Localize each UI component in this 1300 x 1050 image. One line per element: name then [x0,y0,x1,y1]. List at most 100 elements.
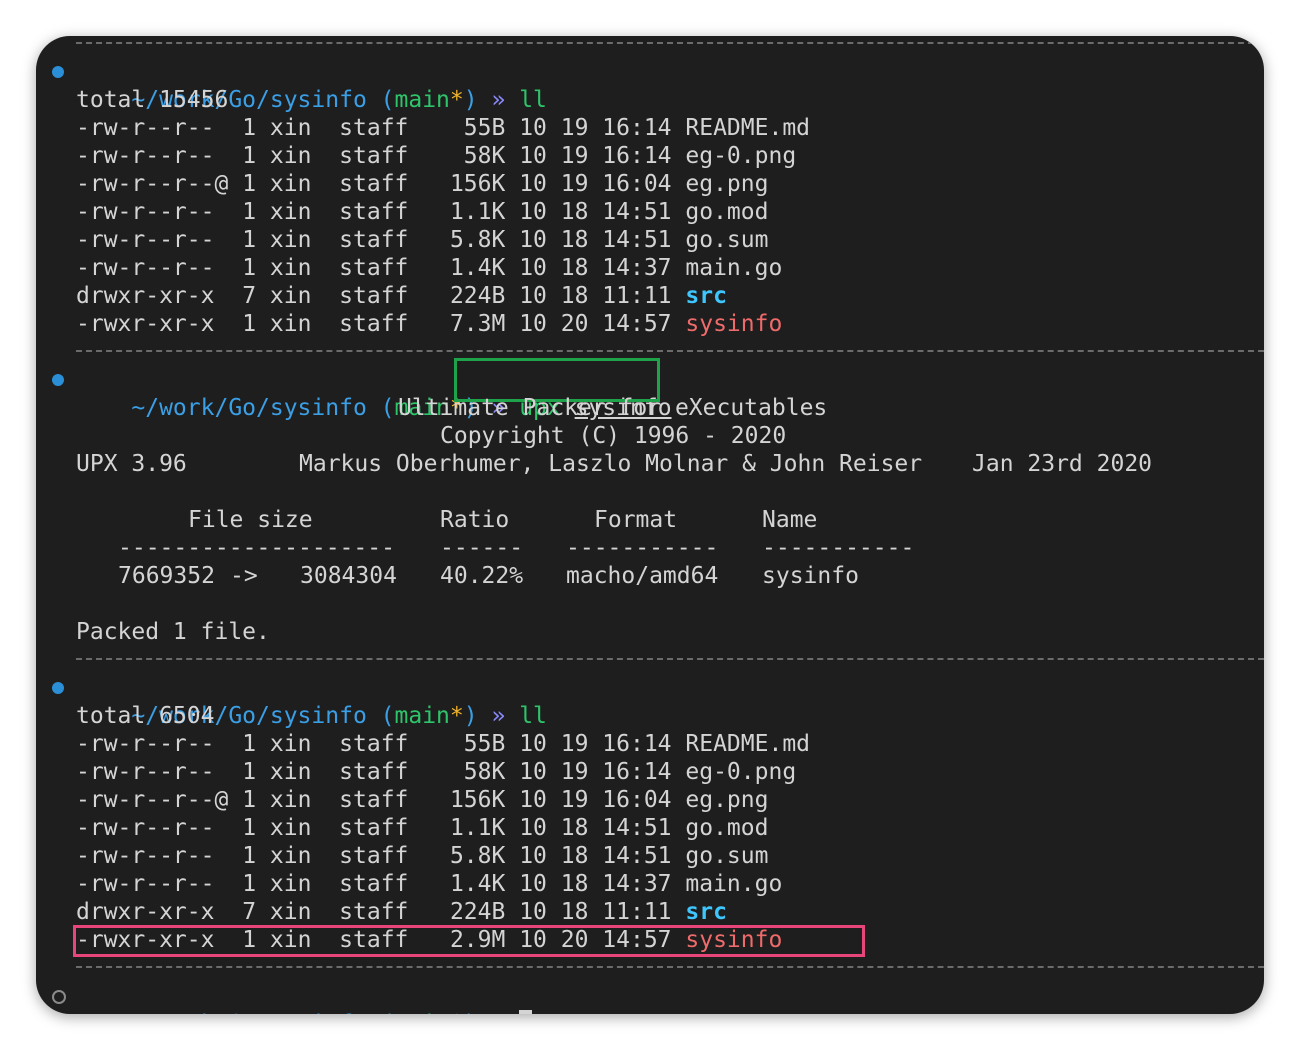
file-links: 1 [242,815,257,841]
file-permissions: -rwxr-xr-x [76,311,229,337]
file-permissions: -rw-r--r-- [76,843,229,869]
prompt-status-ring-icon [52,990,66,1004]
file-name: eg-0.png [685,143,797,169]
prompt-status-dot-icon [52,374,64,386]
file-links: 1 [242,255,257,281]
file-owner: xin [269,787,312,813]
file-group: staff [339,255,409,281]
file-name: README.md [685,115,811,141]
file-size: 5.8K [449,843,506,869]
file-owner: xin [269,283,312,309]
file-size: 5.8K [449,227,506,253]
file-owner: xin [269,759,312,785]
file-permissions: -rw-r--r-- [76,255,229,281]
file-date: 10 19 16:14 [519,143,672,169]
upx-rule-file-size: -------------------- [118,535,395,561]
upx-banner-copyright: Copyright (C) 1996 - 2020 [440,423,787,449]
file-size: 1.1K [449,815,506,841]
upx-arrow: -> [230,563,258,589]
file-owner: xin [269,199,312,225]
file-group: staff [339,199,409,225]
file-links: 1 [242,871,257,897]
file-links: 1 [242,927,257,953]
upx-format-value: macho/amd64 [566,563,719,589]
file-size: 224B [449,283,506,309]
file-size: 156K [449,787,506,813]
file-size: 58K [449,143,506,169]
file-row: -rw-r--r-- 1 xin staff 5.8K 10 18 14:51 … [76,842,768,870]
file-row: -rw-r--r-- 1 xin staff 1.1K 10 18 14:51 … [76,198,768,226]
file-size: 1.4K [449,255,506,281]
file-row: -rw-r--r-- 1 xin staff 1.4K 10 18 14:37 … [76,254,782,282]
file-row: -rw-r--r-- 1 xin staff 58K 10 19 16:14 e… [76,758,796,786]
upx-summary: Packed 1 file. [76,619,270,645]
file-group: staff [339,927,409,953]
file-name: main.go [685,871,783,897]
prompt-arrow-icon: » [491,1011,505,1014]
file-size: 2.9M [449,927,506,953]
file-group: staff [339,787,409,813]
file-links: 1 [242,143,257,169]
file-row: -rwxr-xr-x 1 xin staff 7.3M 10 20 14:57 … [76,310,782,338]
upx-release-date: Jan 23rd 2020 [972,451,1153,477]
file-date: 10 19 16:14 [519,759,672,785]
file-name: src [685,283,727,309]
upx-rule-format: ----------- [566,535,719,561]
upx-authors: Markus Oberhumer, Laszlo Molnar & John R… [299,451,923,477]
file-name: sysinfo [685,927,783,953]
file-name: main.go [685,255,783,281]
file-links: 1 [242,759,257,785]
file-row: -rw-r--r-- 1 xin staff 58K 10 19 16:14 e… [76,142,796,170]
file-permissions: -rw-r--r-- [76,759,229,785]
upx-header-file-size: File size [188,507,313,533]
file-owner: xin [269,927,312,953]
file-row: -rwxr-xr-x 1 xin staff 2.9M 10 20 14:57 … [76,926,782,954]
upx-banner-title: Ultimate Packer for eXecutables [398,395,828,421]
file-permissions: -rw-r--r-- [76,871,229,897]
file-date: 10 18 14:51 [519,815,672,841]
file-name: go.sum [685,843,769,869]
prompt-separator [76,350,1264,352]
prompt-arrow-icon: » [491,703,506,729]
command-text: ll [519,703,547,729]
file-size: 55B [449,115,506,141]
file-group: staff [339,143,409,169]
file-row: -rw-r--r-- 1 xin staff 1.1K 10 18 14:51 … [76,814,768,842]
file-owner: xin [269,843,312,869]
file-links: 1 [242,199,257,225]
file-row: drwxr-xr-x 7 xin staff 224B 10 18 11:11 … [76,898,727,926]
prompt-separator [76,966,1264,968]
file-permissions: -rw-r--r--@ [76,171,229,197]
git-dirty-flag: * [449,87,464,113]
file-permissions: -rw-r--r-- [76,199,229,225]
file-date: 10 20 14:57 [519,311,672,337]
upx-header-format: Format [594,507,678,533]
active-prompt-line[interactable]: ~/work/Go/sysinfo (main*) » [76,982,533,1014]
upx-version: UPX 3.96 [76,451,187,477]
file-owner: xin [269,227,312,253]
prompt-status-dot-icon [52,66,64,78]
upx-original-size: 7669352 [118,563,215,589]
file-links: 1 [242,731,257,757]
file-group: staff [339,311,409,337]
file-owner: xin [269,871,312,897]
file-links: 1 [242,227,257,253]
file-name: go.mod [685,199,769,225]
file-size: 7.3M [449,311,506,337]
text-cursor[interactable] [519,1010,533,1014]
listing-total: total 6504 [76,703,215,729]
file-group: staff [339,115,409,141]
file-date: 10 18 14:37 [519,255,672,281]
file-links: 1 [242,843,257,869]
terminal-window[interactable]: ~/work/Go/sysinfo (main*) » ll total 154… [36,36,1264,1014]
prompt-separator [76,658,1264,660]
file-date: 10 18 14:37 [519,871,672,897]
file-permissions: -rw-r--r-- [76,227,229,253]
file-owner: xin [269,115,312,141]
file-name: go.sum [685,227,769,253]
prompt-path: ~/work/Go/sysinfo [131,395,367,421]
file-row: -rw-r--r-- 1 xin staff 55B 10 19 16:14 R… [76,114,810,142]
prompt-path: ~/work/Go/sysinfo [131,1011,366,1014]
file-name: src [685,899,727,925]
file-links: 1 [242,311,257,337]
